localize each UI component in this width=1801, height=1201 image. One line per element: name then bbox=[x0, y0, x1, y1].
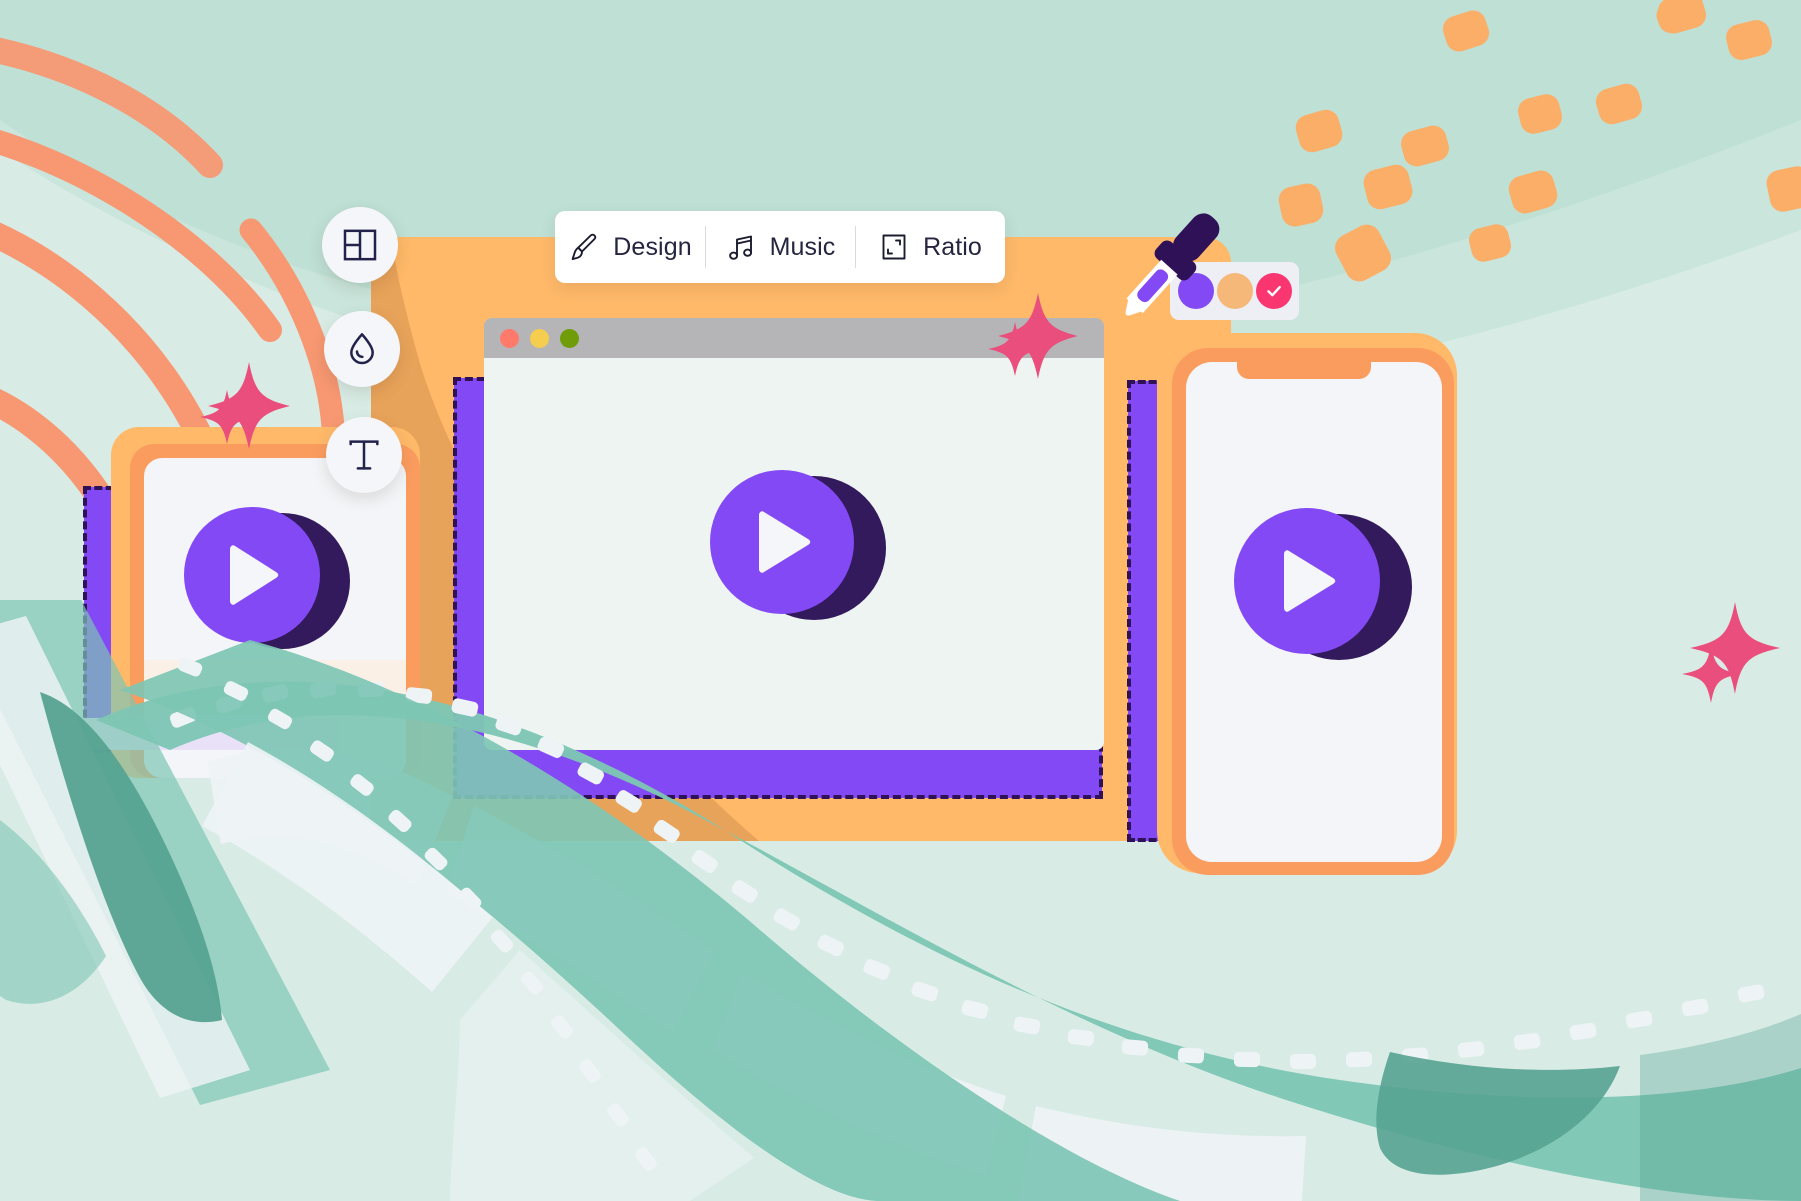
swatch-pink[interactable] bbox=[1255, 273, 1292, 309]
editor-toolbar: Design Music Ratio bbox=[555, 211, 1005, 283]
toolbar-item-ratio[interactable]: Ratio bbox=[855, 224, 1005, 270]
aspect-ratio-icon bbox=[882, 234, 906, 260]
tool-button-color[interactable] bbox=[324, 311, 400, 387]
toolbar-label-ratio: Ratio bbox=[923, 232, 982, 261]
layout-grid-icon bbox=[343, 229, 377, 261]
music-note-icon bbox=[728, 235, 752, 260]
tool-button-text[interactable] bbox=[326, 417, 402, 493]
illustration-canvas: Design Music Ratio bbox=[0, 0, 1801, 1201]
eyedropper-icon[interactable] bbox=[1100, 195, 1240, 335]
toolbar-label-music: Music bbox=[769, 232, 836, 261]
paintbrush-icon bbox=[571, 233, 597, 261]
toolbar-item-design[interactable]: Design bbox=[555, 224, 705, 270]
toolbar-item-music[interactable]: Music bbox=[705, 224, 855, 270]
tool-button-layout[interactable] bbox=[322, 207, 398, 283]
toolbar-label-design: Design bbox=[613, 232, 692, 261]
water-drop-icon bbox=[350, 333, 374, 365]
sparkles-decoration bbox=[200, 293, 1780, 703]
text-tool-icon bbox=[349, 440, 379, 470]
check-icon bbox=[1266, 285, 1281, 297]
